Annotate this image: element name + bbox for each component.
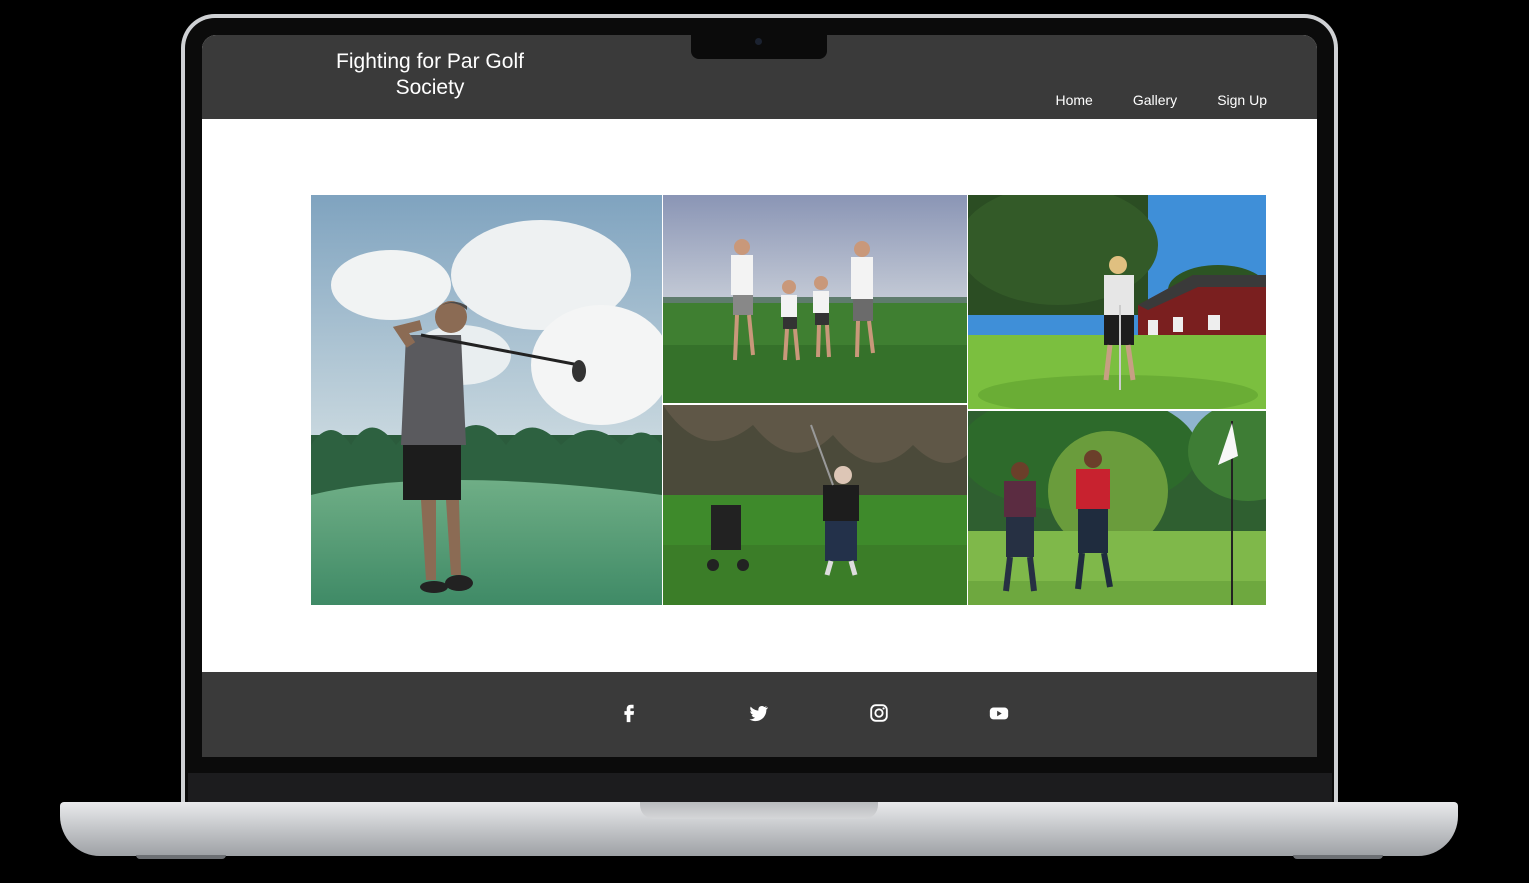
photo-gallery — [311, 195, 1266, 605]
camera-icon — [755, 38, 762, 45]
senior-golfer-swing-photo[interactable] — [663, 405, 967, 605]
trackpad-notch — [640, 802, 878, 819]
laptop-foot-left — [136, 855, 226, 859]
facebook-icon[interactable] — [618, 702, 640, 724]
site-footer — [202, 672, 1317, 757]
family-walking-photo[interactable] — [663, 195, 967, 403]
main-nav: Home Gallery Sign Up — [1055, 92, 1267, 108]
nav-sign-up[interactable]: Sign Up — [1217, 92, 1267, 108]
site-title[interactable]: Fighting for Par Golf Society — [312, 49, 548, 101]
twitter-icon[interactable] — [747, 702, 769, 724]
golfer-swing-photo[interactable] — [311, 195, 662, 605]
nav-gallery[interactable]: Gallery — [1133, 92, 1177, 108]
laptop-base — [60, 802, 1458, 856]
two-golfers-flag-photo[interactable] — [968, 411, 1266, 605]
browser-screen: Fighting for Par Golf Society Home Galle… — [202, 35, 1317, 757]
instagram-icon[interactable] — [868, 702, 890, 724]
youtube-icon[interactable] — [988, 702, 1010, 724]
screen-bottom-strip — [188, 773, 1332, 805]
laptop-foot-right — [1293, 855, 1383, 859]
camera-notch — [691, 35, 827, 59]
golfer-putting-barn-photo[interactable] — [968, 195, 1266, 409]
nav-home[interactable]: Home — [1055, 92, 1092, 108]
